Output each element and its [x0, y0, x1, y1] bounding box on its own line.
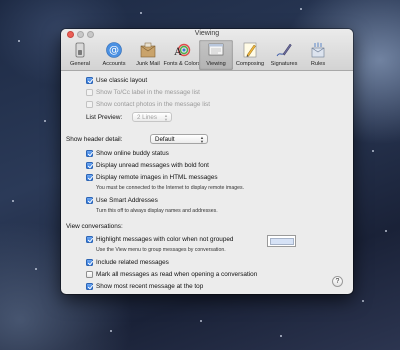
- signature-pen-icon: [276, 43, 292, 57]
- fonts-colors-icon: A: [173, 43, 191, 58]
- junk-mail-icon: [140, 42, 156, 58]
- highlight-option[interactable]: Highlight messages with color when not g…: [86, 236, 233, 243]
- include-related-checkbox[interactable]: [86, 259, 93, 266]
- option-label: Show most recent message at the top: [96, 283, 204, 290]
- option-label: Use Smart Addresses: [96, 197, 158, 204]
- updown-arrows-icon: ▲ ▼: [200, 135, 204, 144]
- option-label: Include related messages: [96, 259, 169, 266]
- highlight-color-well[interactable]: [267, 235, 296, 247]
- star: [362, 300, 364, 302]
- tab-fonts-colors[interactable]: A Fonts & Colors: [163, 40, 201, 70]
- star: [35, 268, 37, 270]
- star: [110, 330, 112, 332]
- star: [385, 230, 387, 232]
- tab-label: Rules: [310, 61, 326, 67]
- highlight-checkbox[interactable]: [86, 236, 93, 243]
- star: [140, 12, 142, 14]
- smart-addresses-option[interactable]: Use Smart Addresses: [86, 197, 158, 204]
- header-detail-select[interactable]: Default ▲ ▼: [150, 134, 208, 144]
- classic-layout-checkbox[interactable]: [86, 77, 93, 84]
- general-switch-icon: [75, 42, 85, 58]
- pencil-icon: [243, 42, 257, 58]
- tab-label: Fonts & Colors: [163, 61, 201, 67]
- conversations-heading: View conversations:: [66, 223, 123, 230]
- select-value: Default: [155, 135, 175, 143]
- titlebar: Viewing General @ Accounts Junk Mail A F…: [61, 29, 353, 71]
- tab-label: Junk Mail: [136, 61, 160, 67]
- tab-label: General: [70, 61, 90, 67]
- unread-bold-checkbox[interactable]: [86, 162, 93, 169]
- tab-label: Signatures: [270, 61, 298, 67]
- preferences-toolbar: General @ Accounts Junk Mail A Fonts & C…: [63, 40, 335, 70]
- smart-addresses-note: Turn this off to always display names an…: [96, 208, 218, 214]
- mark-all-read-checkbox[interactable]: [86, 271, 93, 278]
- select-value: 2 Lines: [137, 113, 157, 121]
- star: [300, 8, 302, 10]
- most-recent-top-option[interactable]: Show most recent message at the top: [86, 283, 203, 290]
- option-label: Highlight messages with color when not g…: [96, 236, 234, 243]
- option-label: Show contact photos in the message list: [96, 101, 211, 108]
- updown-arrows-icon: ▲ ▼: [164, 113, 168, 122]
- option-label: Display remote images in HTML messages: [96, 174, 218, 181]
- show-contact-photos-option[interactable]: Show contact photos in the message list: [86, 101, 210, 108]
- tab-composing[interactable]: Composing: [233, 40, 267, 70]
- remote-images-checkbox[interactable]: [86, 174, 93, 181]
- window-title: Viewing: [194, 30, 220, 37]
- online-buddy-option[interactable]: Show online buddy status: [86, 150, 169, 157]
- help-button[interactable]: ?: [332, 276, 343, 287]
- star: [12, 200, 14, 202]
- smart-addresses-checkbox[interactable]: [86, 197, 93, 204]
- header-detail-label: Show header detail:: [66, 136, 123, 143]
- mark-all-read-option[interactable]: Mark all messages as read when opening a…: [86, 271, 257, 278]
- tab-label: Composing: [235, 61, 265, 67]
- svg-text:A: A: [173, 47, 182, 58]
- tab-general[interactable]: General: [63, 40, 97, 70]
- tab-label: Viewing: [206, 61, 226, 67]
- remote-images-option[interactable]: Display remote images in HTML messages: [86, 174, 218, 181]
- preferences-window: Viewing General @ Accounts Junk Mail A F…: [61, 29, 353, 294]
- tab-label: Accounts: [102, 61, 126, 67]
- online-buddy-checkbox[interactable]: [86, 150, 93, 157]
- show-to-cc-option[interactable]: Show To/Cc label in the message list: [86, 89, 200, 96]
- list-preview-label: List Preview:: [86, 114, 123, 121]
- tab-junk-mail[interactable]: Junk Mail: [131, 40, 165, 70]
- option-label: Display unread messages with bold font: [96, 162, 209, 169]
- tab-signatures[interactable]: Signatures: [267, 40, 301, 70]
- star: [44, 120, 46, 122]
- at-sign-icon: @: [106, 42, 122, 58]
- tab-accounts[interactable]: @ Accounts: [97, 40, 131, 70]
- star: [372, 150, 374, 152]
- tab-rules[interactable]: Rules: [301, 40, 335, 70]
- unread-bold-option[interactable]: Display unread messages with bold font: [86, 162, 209, 169]
- show-to-cc-checkbox[interactable]: [86, 89, 93, 96]
- remote-images-note: You must be connected to the Internet to…: [96, 185, 245, 191]
- highlight-note: Use the View menu to group messages by c…: [96, 247, 226, 253]
- show-contact-photos-checkbox[interactable]: [86, 101, 93, 108]
- svg-text:@: @: [109, 45, 119, 56]
- star: [280, 335, 282, 337]
- option-label: Show online buddy status: [96, 150, 169, 157]
- star: [18, 40, 20, 42]
- rules-icon: [311, 42, 325, 58]
- most-recent-top-checkbox[interactable]: [86, 283, 93, 290]
- star: [200, 320, 202, 322]
- include-related-option[interactable]: Include related messages: [86, 259, 169, 266]
- viewing-pane: Use classic layout Show To/Cc label in t…: [61, 71, 353, 290]
- viewing-icon: [208, 43, 224, 56]
- list-preview-select[interactable]: 2 Lines ▲ ▼: [132, 112, 172, 122]
- option-label: Mark all messages as read when opening a…: [96, 271, 258, 278]
- color-swatch: [269, 237, 294, 245]
- option-label: Use classic layout: [96, 77, 148, 84]
- classic-layout-option[interactable]: Use classic layout: [86, 77, 147, 84]
- option-label: Show To/Cc label in the message list: [96, 89, 200, 96]
- tab-viewing[interactable]: Viewing: [199, 40, 233, 70]
